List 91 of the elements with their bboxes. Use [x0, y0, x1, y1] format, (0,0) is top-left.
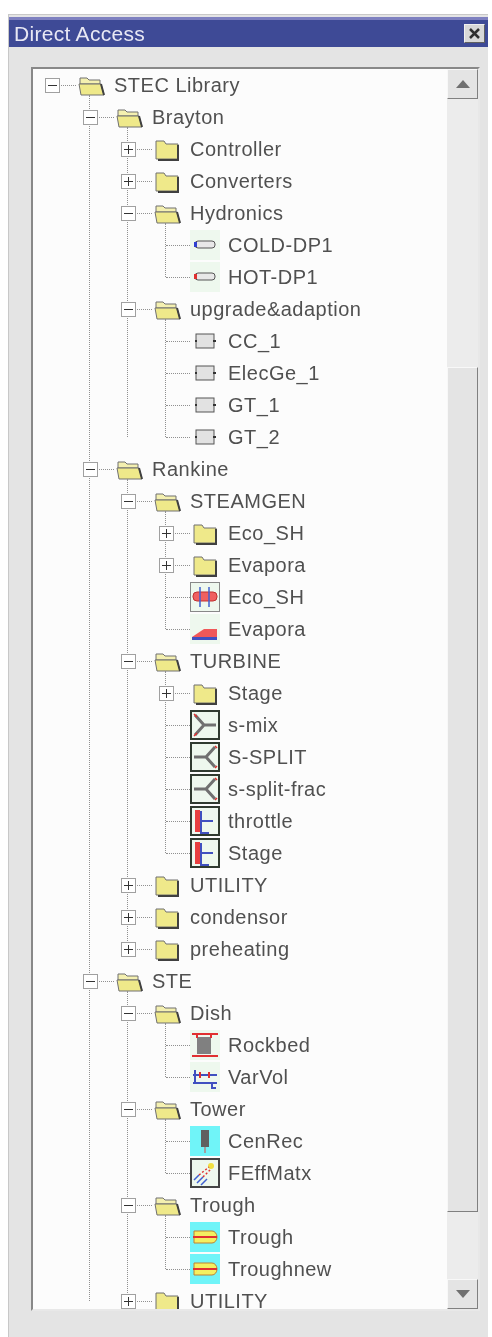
- tree-item-label[interactable]: Rockbed: [228, 1033, 311, 1057]
- expand-toggle[interactable]: [158, 525, 174, 541]
- evaporator-icon: [190, 614, 220, 644]
- folder-icon: [191, 521, 219, 545]
- collapse-toggle[interactable]: [44, 77, 60, 93]
- heliostat-field-icon: [190, 1158, 220, 1188]
- tree-item-label[interactable]: HOT-DP1: [228, 265, 319, 289]
- tree-item-label[interactable]: Trough: [190, 1193, 256, 1217]
- trough-collector-icon: [190, 1222, 220, 1252]
- turbine-stage-icon: [190, 806, 220, 836]
- tree-item-label[interactable]: Tower: [190, 1097, 246, 1121]
- tree-item-label[interactable]: s-split-frac: [228, 777, 327, 801]
- expand-toggle[interactable]: [158, 685, 174, 701]
- scroll-thumb[interactable]: [447, 367, 478, 1212]
- up-arrow-icon: [455, 80, 470, 88]
- folder-icon: [153, 137, 181, 161]
- tree-item-label[interactable]: ElecGe_1: [228, 361, 320, 385]
- expand-toggle[interactable]: [120, 173, 136, 189]
- folder-icon: [153, 1289, 181, 1309]
- close-icon: [469, 28, 480, 39]
- tree-item-label[interactable]: Troughnew: [228, 1257, 332, 1281]
- collapse-toggle[interactable]: [120, 205, 136, 221]
- tree-item-label[interactable]: CenRec: [228, 1129, 304, 1153]
- tree-item-label[interactable]: GT_2: [228, 425, 281, 449]
- trough-collector-icon: [190, 1254, 220, 1284]
- turbine-stage-icon: [190, 838, 220, 868]
- collapse-toggle[interactable]: [120, 493, 136, 509]
- expand-toggle[interactable]: [120, 877, 136, 893]
- tree-item-label[interactable]: S-SPLIT: [228, 745, 308, 769]
- down-arrow-icon: [455, 1290, 470, 1298]
- tree-item-label[interactable]: TURBINE: [190, 649, 282, 673]
- tree-item-label[interactable]: s-mix: [228, 713, 279, 737]
- tree-item-label[interactable]: Evapora: [228, 553, 306, 577]
- pipe-port-icon: [190, 230, 220, 260]
- tee-junction-icon: [190, 710, 220, 740]
- tee-junction-icon: [190, 774, 220, 804]
- expand-toggle[interactable]: [120, 909, 136, 925]
- tree-item-label[interactable]: condensor: [190, 905, 288, 929]
- receiver-tower-icon: [190, 1126, 220, 1156]
- tree-item-label[interactable]: Dish: [190, 1001, 232, 1025]
- tree-item-label[interactable]: Stage: [228, 681, 283, 705]
- tree-item-label[interactable]: COLD-DP1: [228, 233, 334, 257]
- collapse-toggle[interactable]: [120, 653, 136, 669]
- tree-item-label[interactable]: Stage: [228, 841, 283, 865]
- tree-item-label[interactable]: UTILITY: [190, 1289, 268, 1309]
- close-button[interactable]: [464, 24, 485, 43]
- folder-icon: [153, 169, 181, 193]
- tree-item-label[interactable]: UTILITY: [190, 873, 268, 897]
- tree-item-label[interactable]: Controller: [190, 137, 282, 161]
- tree-item-label[interactable]: Rankine: [152, 457, 229, 481]
- expand-toggle[interactable]: [120, 1293, 136, 1309]
- folder-icon: [153, 937, 181, 961]
- collapse-toggle[interactable]: [120, 1197, 136, 1213]
- rock-bed-icon: [190, 1030, 220, 1060]
- collapse-toggle[interactable]: [120, 1101, 136, 1117]
- folder-icon: [191, 553, 219, 577]
- tree-item-label[interactable]: Eco_SH: [228, 521, 305, 545]
- tree-item-label[interactable]: VarVol: [228, 1065, 289, 1089]
- folder-icon: [153, 873, 181, 897]
- tree-item-label[interactable]: throttle: [228, 809, 294, 833]
- tree-item-label[interactable]: FEffMatx: [228, 1161, 312, 1185]
- tree-item-label[interactable]: Eco_SH: [228, 585, 305, 609]
- tree-item-label[interactable]: CC_1: [228, 329, 282, 353]
- collapse-toggle[interactable]: [120, 301, 136, 317]
- folder-icon: [153, 905, 181, 929]
- tree-item-label[interactable]: Hydronics: [190, 201, 284, 225]
- collapse-toggle[interactable]: [82, 109, 98, 125]
- tree-item-label[interactable]: STEC Library: [114, 73, 241, 97]
- tree-item-label[interactable]: preheating: [190, 937, 290, 961]
- pipe-port-icon: [190, 262, 220, 292]
- collapse-toggle[interactable]: [120, 1005, 136, 1021]
- tree-item-label[interactable]: STE: [152, 969, 193, 993]
- expand-toggle[interactable]: [120, 141, 136, 157]
- tee-junction-icon: [190, 742, 220, 772]
- variable-volume-icon: [190, 1062, 220, 1092]
- tree-item-label[interactable]: Trough: [228, 1225, 294, 1249]
- scroll-up-button[interactable]: [447, 69, 478, 99]
- scroll-down-button[interactable]: [447, 1279, 478, 1309]
- tree-item-label[interactable]: upgrade&adaption: [190, 297, 362, 321]
- tree-item-label[interactable]: Converters: [190, 169, 293, 193]
- window-title: Direct Access: [14, 21, 146, 46]
- tree-item-label[interactable]: STEAMGEN: [190, 489, 307, 513]
- tree-item-label[interactable]: Evapora: [228, 617, 306, 641]
- vertical-scrollbar[interactable]: [447, 69, 478, 1309]
- collapse-toggle[interactable]: [82, 973, 98, 989]
- expand-toggle[interactable]: [120, 941, 136, 957]
- collapse-toggle[interactable]: [82, 461, 98, 477]
- tree-item-label[interactable]: GT_1: [228, 393, 281, 417]
- folder-icon: [191, 681, 219, 705]
- tree-item-label[interactable]: Brayton: [152, 105, 225, 129]
- expand-toggle[interactable]: [158, 557, 174, 573]
